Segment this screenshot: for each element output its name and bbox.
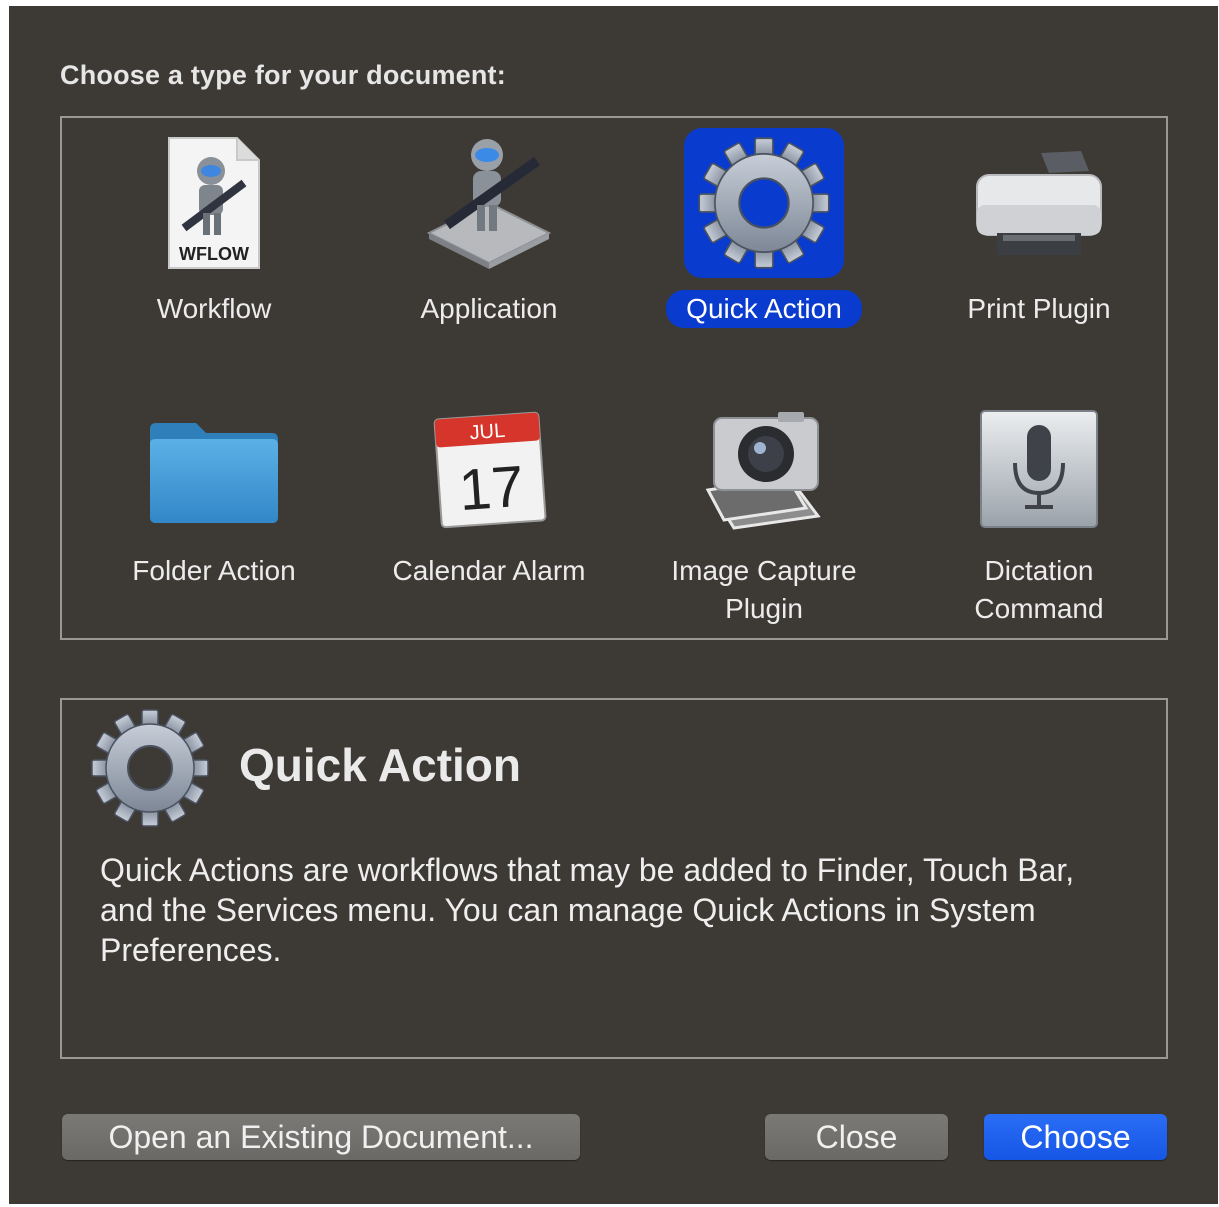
printer-icon: [959, 128, 1119, 278]
type-label: Application: [420, 293, 558, 324]
type-workflow[interactable]: WFLOW Workflow: [84, 122, 344, 372]
workflow-document-icon: WFLOW: [134, 128, 294, 278]
type-label-line2: Command: [974, 593, 1104, 624]
type-label: Workflow: [156, 293, 272, 324]
camera-icon: [684, 394, 844, 544]
type-label-line1: Image Capture: [671, 555, 857, 586]
type-label: Quick Action: [666, 290, 862, 328]
type-quick-action[interactable]: Quick Action: [634, 122, 894, 372]
calendar-month: JUL: [469, 420, 506, 444]
type-application[interactable]: Application: [359, 122, 619, 372]
document-type-grid: WFLOW Workflow Application Quick Action …: [60, 116, 1168, 640]
gear-icon: [698, 137, 830, 269]
new-document-dialog: Choose a type for your document: WFLOW W…: [9, 6, 1218, 1204]
type-label-line2: Plugin: [725, 593, 803, 624]
microphone-icon: [959, 394, 1119, 544]
description-text: Quick Actions are workflows that may be …: [100, 852, 1075, 968]
wflow-badge: WFLOW: [179, 244, 249, 264]
type-label: Calendar Alarm: [392, 555, 586, 586]
type-label-line1: Dictation: [984, 555, 1094, 586]
calendar-icon: JUL 17: [409, 394, 569, 544]
type-calendar-alarm[interactable]: JUL 17 Calendar Alarm: [359, 388, 619, 638]
close-button[interactable]: Close: [765, 1114, 948, 1160]
choose-button[interactable]: Choose: [984, 1114, 1167, 1160]
gear-icon: [91, 709, 209, 827]
open-existing-document-button[interactable]: Open an Existing Document...: [62, 1114, 580, 1160]
automator-robot-icon: [409, 128, 569, 278]
gear-icon-tile: [684, 128, 844, 278]
type-print-plugin[interactable]: Print Plugin: [909, 122, 1169, 372]
type-dictation-command[interactable]: Dictation Command: [909, 388, 1169, 638]
type-folder-action[interactable]: Folder Action: [84, 388, 344, 638]
type-label: Print Plugin: [967, 293, 1111, 324]
type-label: Folder Action: [132, 555, 296, 586]
type-image-capture-plugin[interactable]: Image Capture Plugin: [634, 388, 894, 638]
folder-icon: [134, 394, 294, 544]
description-title: Quick Action: [239, 739, 521, 791]
calendar-day: 17: [457, 454, 526, 523]
dialog-prompt: Choose a type for your document:: [60, 60, 506, 90]
type-description-panel: Quick Action Quick Actions are workflows…: [60, 698, 1168, 1059]
